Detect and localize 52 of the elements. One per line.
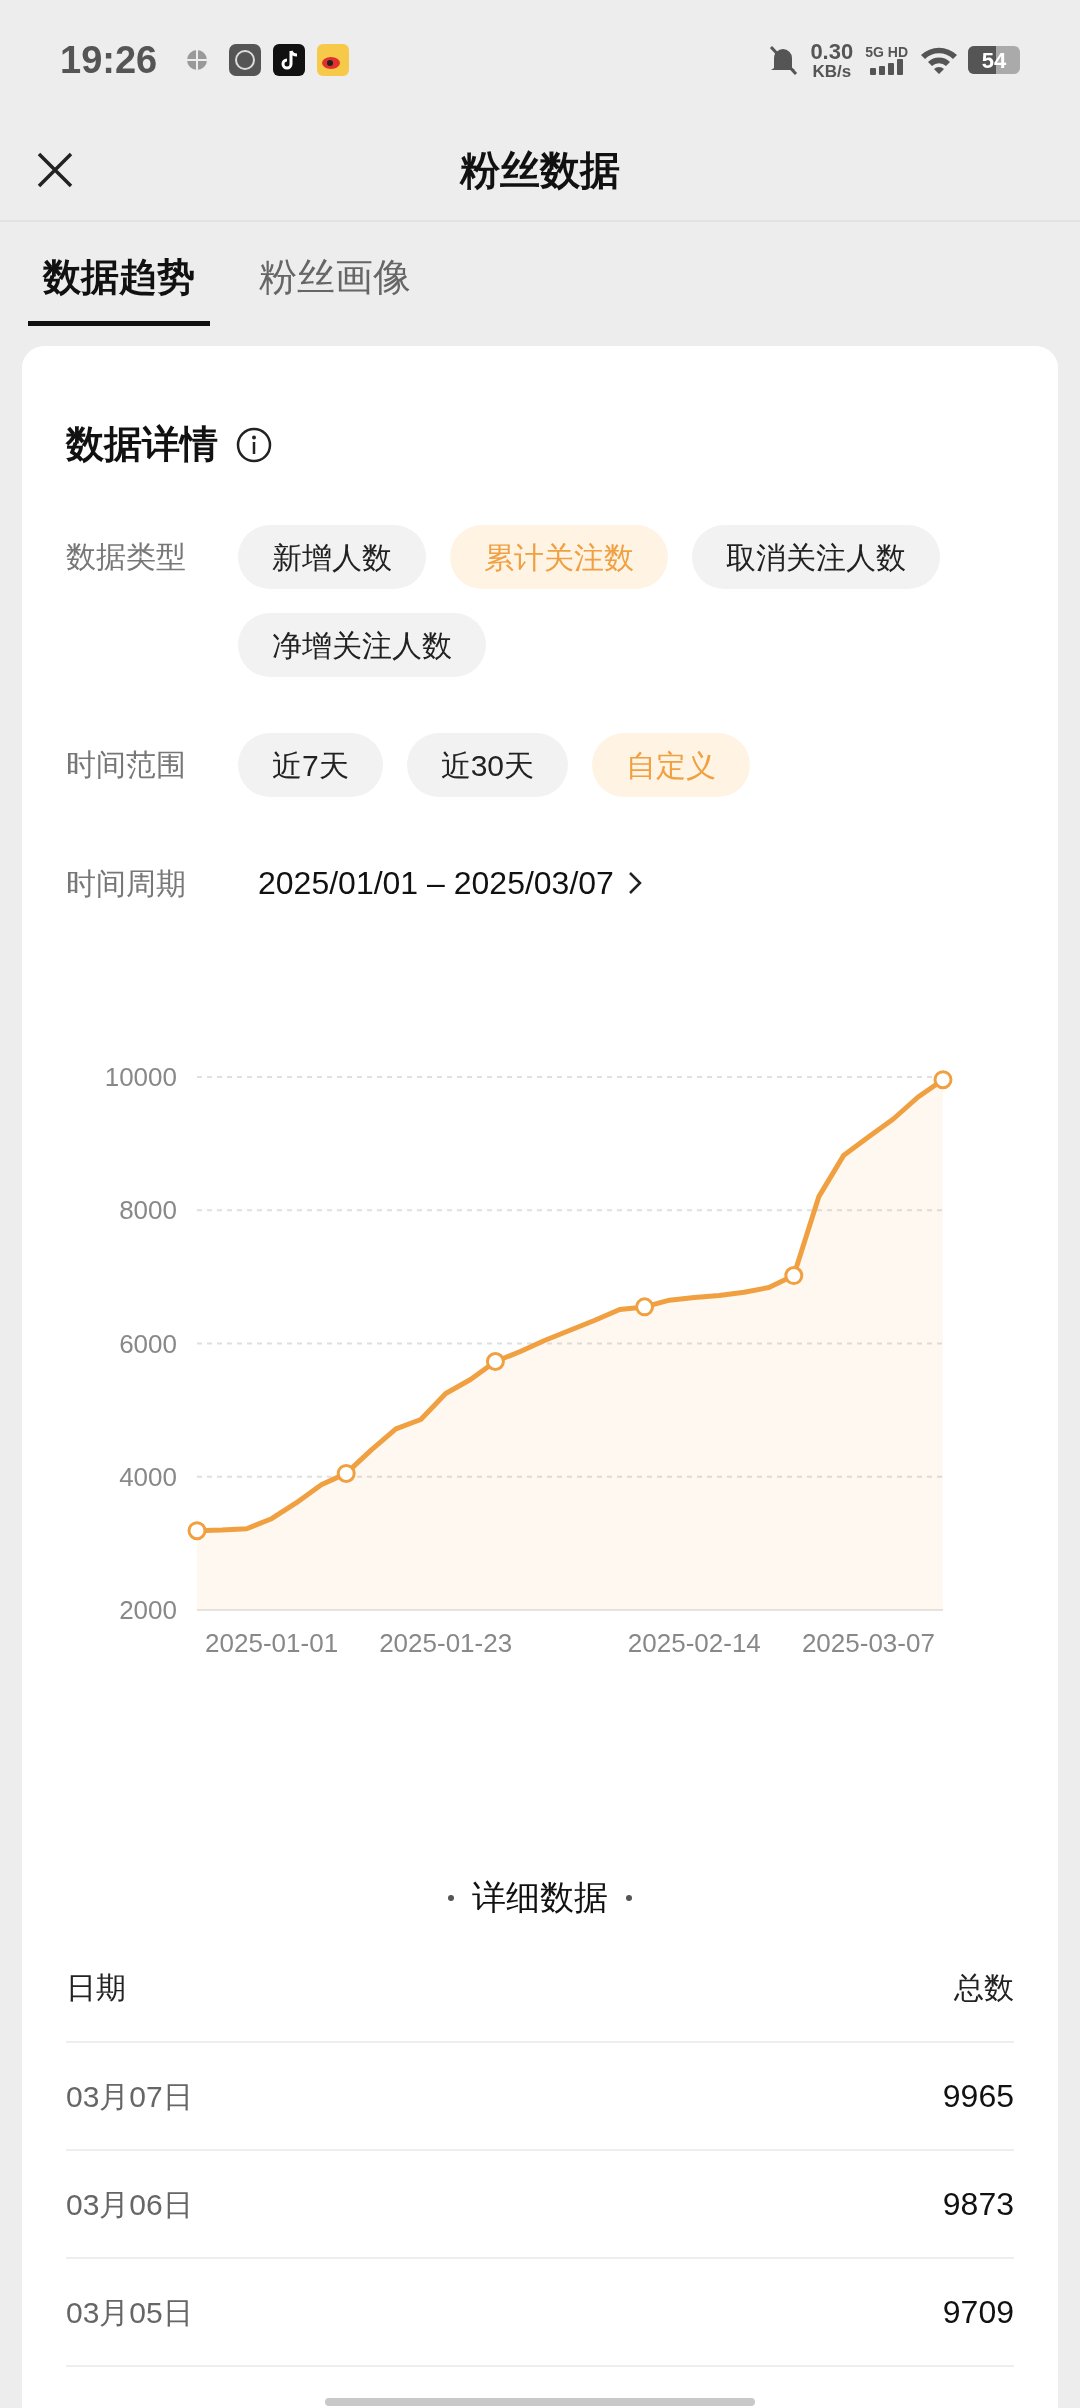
date-range[interactable]: 2025/01/01 – 2025/03/07 <box>258 859 614 907</box>
mute-bell-icon <box>768 44 799 76</box>
table-cell-text: 03月06日 <box>66 2186 193 2223</box>
signal-icon <box>868 59 905 75</box>
data-point <box>187 1521 207 1541</box>
y-axis-label: 6000 <box>119 1328 177 1359</box>
filter-chip[interactable]: 近7天 <box>238 733 383 797</box>
status-time: 19:26 <box>60 37 158 83</box>
filter-label: 时间周期 <box>66 865 187 902</box>
network-speed-unit: KB/s <box>812 62 852 80</box>
network-type: 5G HD <box>865 45 908 59</box>
y-axis-label: 8000 <box>119 1195 177 1226</box>
table-cell-text: 9873 <box>942 2185 1014 2224</box>
globe-icon <box>185 48 210 72</box>
table-cell-text: 03月05日 <box>66 2294 193 2331</box>
filter-label: 时间范围 <box>66 747 187 783</box>
table-cell-text: 03月07日 <box>66 2078 193 2115</box>
filter-chip[interactable]: 取消关注人数 <box>692 525 940 589</box>
y-axis-label: 10000 <box>104 1062 177 1092</box>
filter-label: 数据类型 <box>66 539 187 575</box>
app-notification-icon <box>229 44 262 76</box>
x-axis-label: 2025-02-14 <box>627 1628 761 1658</box>
filter-chip[interactable]: 新增人数 <box>238 525 426 589</box>
column-header: 日期 <box>66 1969 126 2006</box>
app-notification-icon <box>317 44 350 76</box>
y-axis-label: 4000 <box>119 1461 177 1492</box>
data-point <box>336 1463 356 1483</box>
app-notification-icon <box>273 44 306 76</box>
page-title: 粉丝数据 <box>460 147 620 194</box>
filter-chip[interactable]: 净增关注人数 <box>238 613 486 677</box>
data-point <box>485 1352 505 1371</box>
table-cell-text: 9965 <box>942 2077 1014 2116</box>
x-axis-label: 2025-01-23 <box>379 1628 513 1658</box>
section-title: 详细数据 <box>472 1877 608 1918</box>
data-point <box>784 1266 804 1286</box>
filter-chip[interactable]: 近30天 <box>406 733 569 797</box>
x-axis-label: 2025-01-01 <box>205 1628 339 1658</box>
battery-icon: 54 <box>968 46 1020 74</box>
network-speed: 0.30 <box>810 40 854 63</box>
info-icon[interactable] <box>236 426 272 463</box>
x-axis-label: 2025-03-07 <box>801 1628 935 1658</box>
card-title: 数据详情 <box>66 422 218 467</box>
chevron-right-icon[interactable] <box>627 871 642 895</box>
data-point <box>933 1070 953 1090</box>
close-icon[interactable] <box>36 151 74 189</box>
table-cell-text: 9709 <box>942 2293 1014 2332</box>
data-point <box>635 1297 655 1317</box>
tab[interactable]: 数据趋势 <box>28 222 210 332</box>
y-axis-label: 2000 <box>119 1595 177 1625</box>
tab[interactable]: 粉丝画像 <box>244 222 426 332</box>
wifi-icon <box>920 45 958 75</box>
column-header: 总数 <box>954 1969 1014 2006</box>
